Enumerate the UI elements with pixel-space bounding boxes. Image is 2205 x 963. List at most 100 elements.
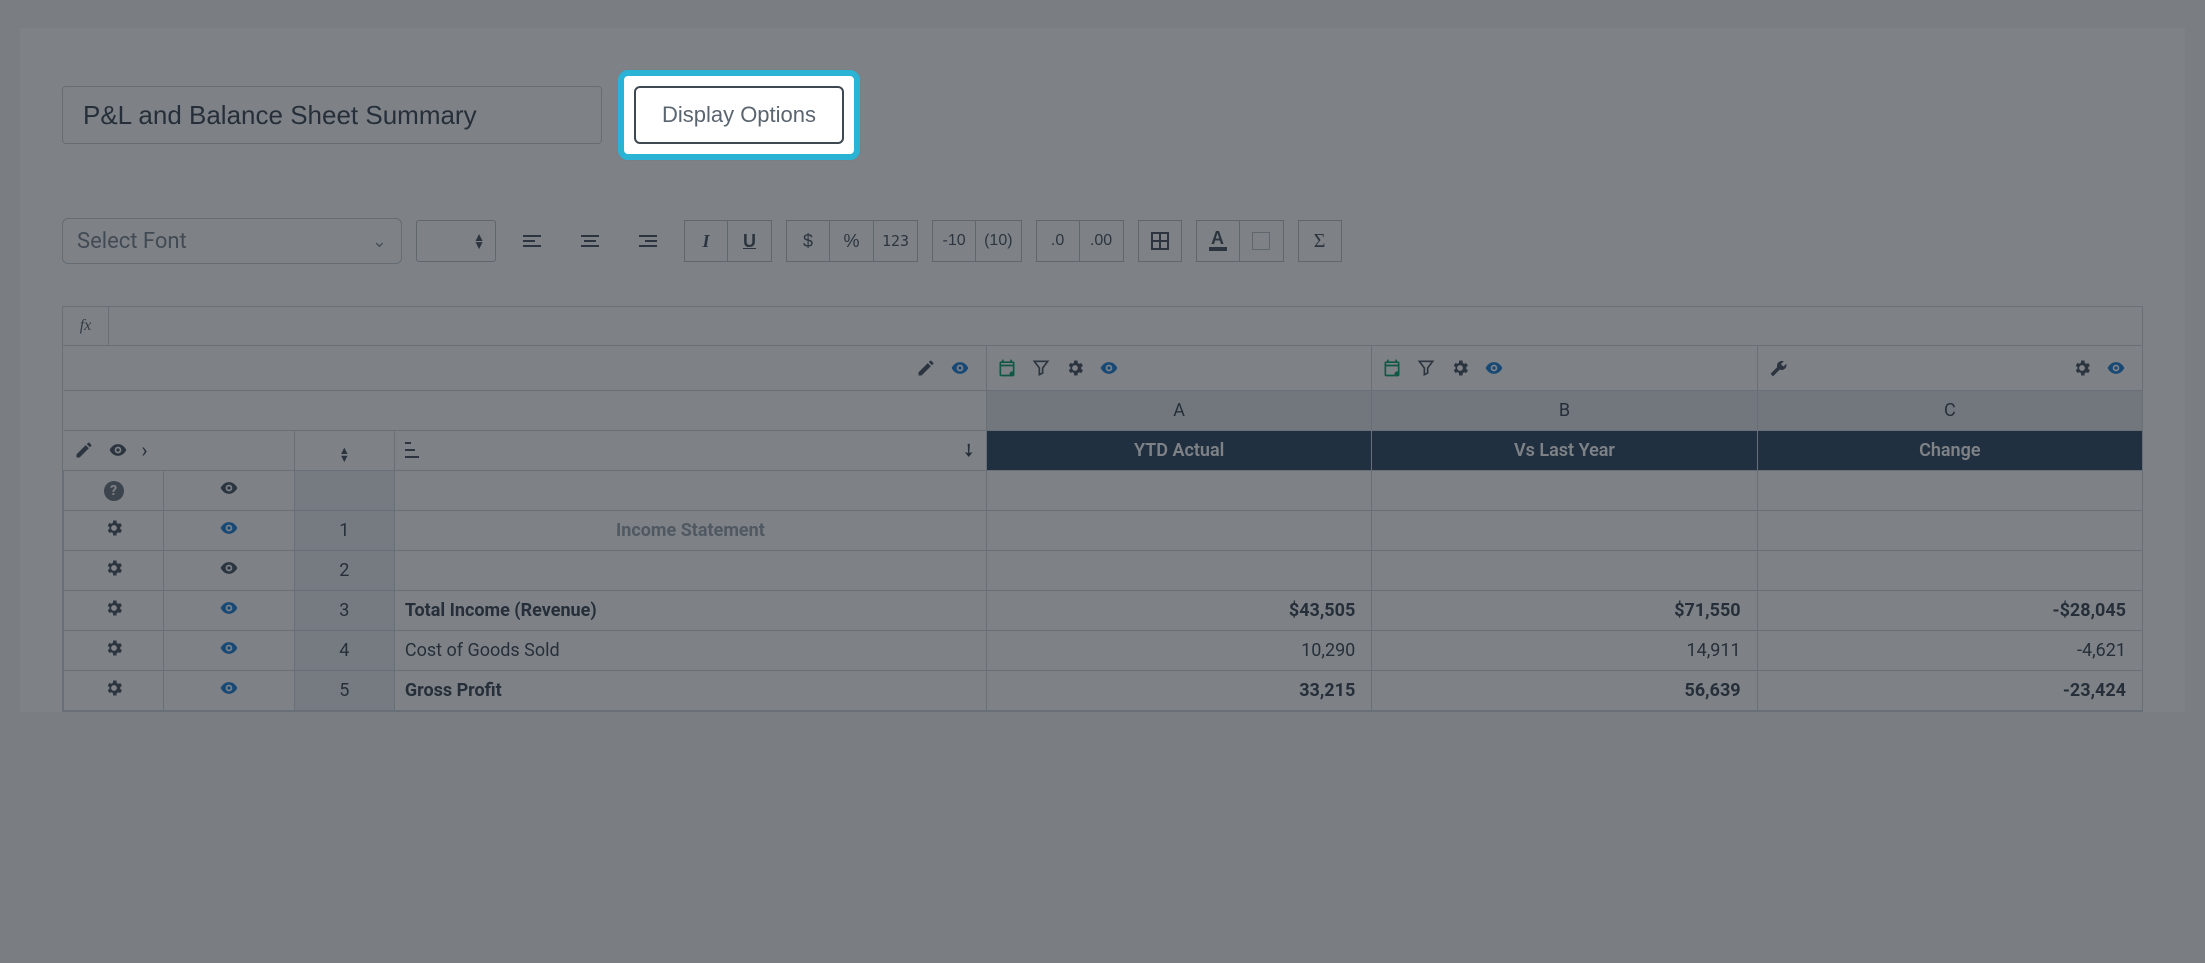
eye-icon[interactable] [2106,358,2126,378]
decrease-decimal-button[interactable]: .0 [1036,220,1080,262]
gear-icon[interactable] [2072,358,2092,378]
eye-icon[interactable] [219,598,239,618]
borders-button[interactable] [1138,220,1182,262]
eye-icon[interactable] [108,440,128,460]
font-size-stepper[interactable]: ▲▼ [416,220,496,262]
report-title-input[interactable] [62,86,602,144]
dec-more-label: .00 [1090,232,1112,250]
gear-icon[interactable] [104,598,124,618]
eye-icon[interactable] [219,638,239,658]
cell[interactable]: -23,424 [1757,670,2142,710]
cell[interactable] [1372,510,1757,550]
pencil-icon[interactable] [916,358,936,378]
gear-icon[interactable] [1450,358,1470,378]
align-right-button[interactable] [626,220,670,262]
cell[interactable]: 56,639 [1372,670,1757,710]
report-grid: A B C › ▲▼ [62,346,2143,712]
align-left-button[interactable] [510,220,554,262]
eye-icon[interactable] [219,518,239,538]
cell[interactable]: -4,621 [1757,630,2142,670]
row-number[interactable]: 3 [294,590,394,630]
cell[interactable] [986,550,1371,590]
underline-button[interactable]: U [728,220,772,262]
eye-icon[interactable] [219,558,239,578]
cell[interactable]: $43,505 [986,590,1371,630]
column-header[interactable]: YTD Actual [986,430,1371,470]
cell[interactable]: 33,215 [986,670,1371,710]
cell[interactable]: $71,550 [1372,590,1757,630]
number-icon: 123 [882,232,909,250]
row-label[interactable] [394,470,986,510]
cell[interactable] [1757,550,2142,590]
sort-icon[interactable]: ▲▼ [339,447,350,463]
formula-input[interactable] [109,307,2142,345]
calendar-icon[interactable] [1382,358,1402,378]
cell[interactable] [986,510,1371,550]
eye-icon[interactable] [1484,358,1504,378]
hierarchy-icon[interactable] [405,442,421,458]
gear-icon[interactable] [104,558,124,578]
row-number[interactable]: 5 [294,670,394,710]
display-options-button[interactable]: Display Options [634,86,844,144]
row-number[interactable]: 2 [294,550,394,590]
row-number[interactable]: 1 [294,510,394,550]
eye-icon[interactable] [219,678,239,698]
help-icon[interactable]: ? [104,481,124,501]
eye-icon[interactable] [1099,358,1119,378]
column-letter[interactable]: B [1372,390,1757,430]
negative-paren-button[interactable]: (10) [976,220,1021,262]
calendar-icon[interactable] [997,358,1017,378]
gear-icon[interactable] [1065,358,1085,378]
column-letter[interactable]: A [986,390,1371,430]
column-header[interactable]: Change [1757,430,2142,470]
align-center-button[interactable] [568,220,612,262]
cell[interactable]: 14,911 [1372,630,1757,670]
row-gutter [164,590,295,630]
eye-icon[interactable] [950,358,970,378]
percent-icon: % [843,231,859,252]
expand-icon[interactable]: ➘ [956,437,982,463]
gear-icon[interactable] [104,518,124,538]
column-letter[interactable]: C [1757,390,2142,430]
sum-button[interactable]: Σ [1298,220,1342,262]
cell[interactable] [1372,470,1757,510]
chevron-right-icon[interactable]: › [142,438,148,462]
currency-format-button[interactable]: $ [786,220,830,262]
row-gutter [64,590,164,630]
more-tools-button[interactable] [1356,220,1378,262]
row-label[interactable]: Total Income (Revenue) [394,590,986,630]
fill-color-icon [1252,232,1270,250]
pencil-icon[interactable] [74,440,94,460]
column-header[interactable]: Vs Last Year [1372,430,1757,470]
gear-icon[interactable] [104,678,124,698]
cell[interactable] [1757,470,2142,510]
row-number[interactable] [294,470,394,510]
chevron-down-icon: ⌄ [372,231,387,252]
text-color-button[interactable]: A [1196,220,1240,262]
cell[interactable] [1757,510,2142,550]
row-label[interactable]: Gross Profit [394,670,986,710]
stepper-arrows-icon: ▲▼ [473,233,485,249]
cell[interactable]: -$28,045 [1757,590,2142,630]
cell[interactable] [986,470,1371,510]
font-select[interactable]: Select Font ⌄ [62,218,402,264]
fill-color-button[interactable] [1240,220,1284,262]
row-gutter [164,470,295,510]
gear-icon[interactable] [104,638,124,658]
number-format-button[interactable]: 123 [874,220,918,262]
filter-icon[interactable] [1416,358,1436,378]
filter-icon[interactable] [1031,358,1051,378]
align-left-icon [523,235,541,247]
increase-decimal-button[interactable]: .00 [1080,220,1124,262]
negative-dash-button[interactable]: -10 [932,220,976,262]
row-label[interactable] [394,550,986,590]
row-label[interactable]: Income Statement [394,510,986,550]
wrench-icon[interactable] [1768,358,1788,378]
cell[interactable]: 10,290 [986,630,1371,670]
eye-icon[interactable] [219,478,239,498]
row-label[interactable]: Cost of Goods Sold [394,630,986,670]
cell[interactable] [1372,550,1757,590]
percent-format-button[interactable]: % [830,220,874,262]
italic-button[interactable]: I [684,220,728,262]
row-number[interactable]: 4 [294,630,394,670]
